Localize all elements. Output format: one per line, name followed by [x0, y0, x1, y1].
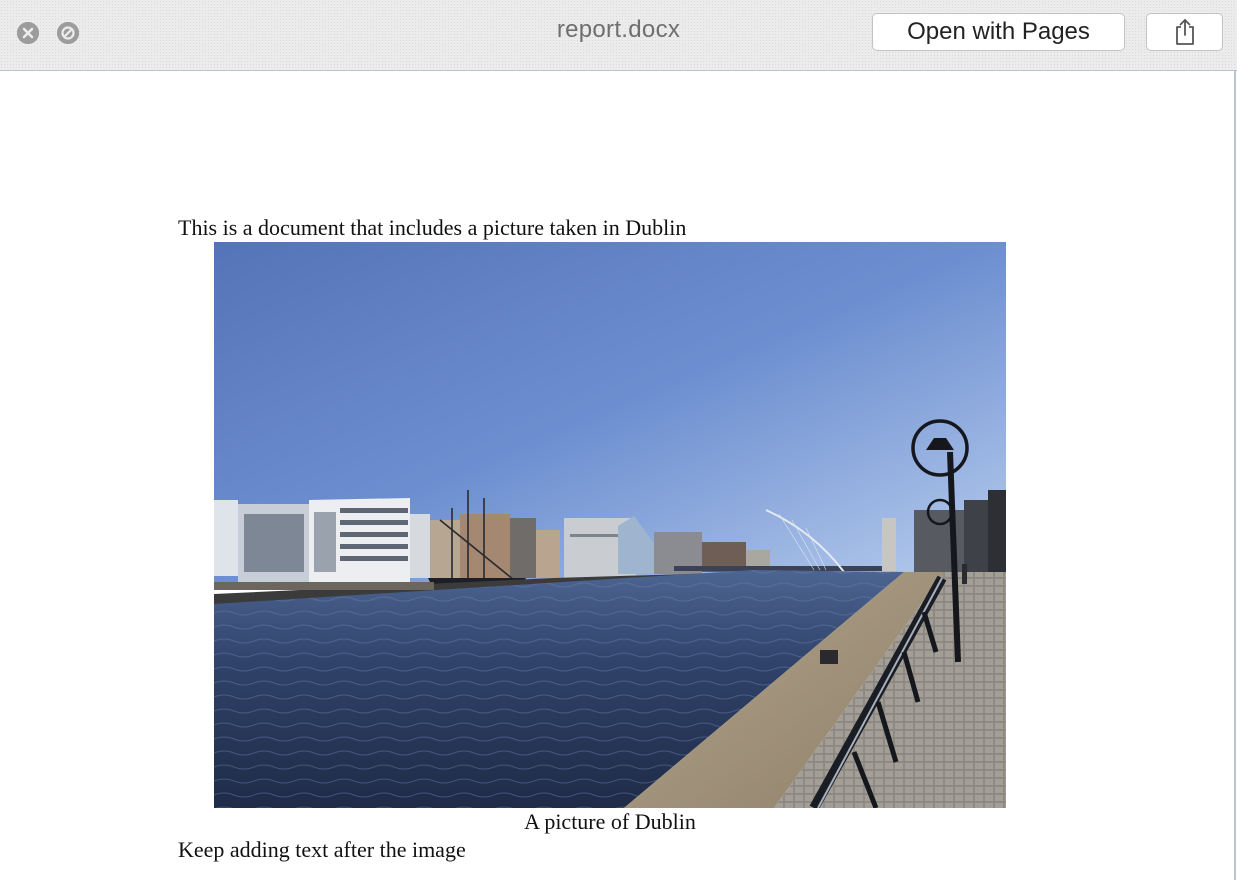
fullscreen-button[interactable] — [57, 22, 79, 44]
share-icon — [1175, 19, 1194, 45]
open-with-pages-button[interactable]: Open with Pages — [872, 13, 1125, 51]
document-page: This is a document that includes a pictu… — [0, 71, 1236, 880]
image-caption: A picture of Dublin — [524, 809, 696, 834]
share-button[interactable] — [1146, 13, 1223, 51]
intro-paragraph: This is a document that includes a pictu… — [178, 215, 687, 240]
title-bar: report.docx Open with Pages — [0, 0, 1237, 71]
outro-paragraph: Keep adding text after the image — [178, 837, 466, 862]
dublin-photo — [214, 242, 1006, 808]
close-button[interactable] — [17, 22, 39, 44]
disabled-icon — [57, 22, 79, 44]
quick-look-window: report.docx Open with Pages This is a do… — [0, 0, 1237, 880]
close-icon — [17, 22, 39, 44]
